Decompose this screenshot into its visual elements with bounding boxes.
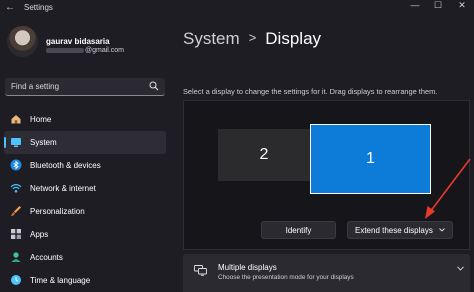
display-mode-select[interactable]: Extend these displays xyxy=(347,221,453,239)
multiple-displays-icon xyxy=(194,265,207,276)
identify-button[interactable]: Identify xyxy=(261,221,336,239)
apps-icon xyxy=(11,229,21,239)
search-input[interactable]: Find a setting xyxy=(5,78,165,96)
active-indicator xyxy=(4,137,6,148)
sidebar-item-system[interactable]: System xyxy=(4,131,166,154)
bluetooth-icon xyxy=(10,159,22,171)
monitor-2-tile[interactable]: 2 xyxy=(218,129,310,181)
monitor-1-tile[interactable]: 1 xyxy=(310,124,431,194)
back-arrow-icon[interactable]: ← xyxy=(5,2,15,13)
chevron-down-icon[interactable] xyxy=(457,266,464,271)
sidebar-item-label: Time & language xyxy=(30,276,91,285)
arrangement-hint: Select a display to change the settings … xyxy=(183,87,438,96)
window-title: Settings xyxy=(24,3,53,12)
search-icon xyxy=(149,81,159,91)
redacted-email xyxy=(46,47,84,53)
breadcrumb: System > Display xyxy=(183,29,321,49)
title-bar: ← Settings — ☐ ✕ xyxy=(0,0,474,16)
user-name: gaurav bidasaria xyxy=(46,37,110,46)
globe-clock-icon xyxy=(11,275,21,285)
multiple-displays-section[interactable]: Multiple displays Choose the presentatio… xyxy=(183,254,470,292)
sidebar-item-accounts[interactable]: Accounts xyxy=(4,246,166,269)
maximize-button[interactable]: ☐ xyxy=(427,0,449,11)
account-icon xyxy=(11,252,21,262)
sidebar-item-label: Apps xyxy=(30,230,49,239)
chevron-down-icon xyxy=(439,228,445,232)
sidebar-item-apps[interactable]: Apps xyxy=(4,223,166,246)
monitor-number: 2 xyxy=(259,146,269,163)
display-arrangement-panel: 2 1 Identify Extend these displays xyxy=(183,100,470,250)
sidebar-item-bluetooth-devices[interactable]: Bluetooth & devices xyxy=(4,154,166,177)
monitor-number: 1 xyxy=(366,150,375,167)
close-button[interactable]: ✕ xyxy=(451,0,473,11)
breadcrumb-separator: > xyxy=(248,30,257,45)
avatar[interactable] xyxy=(7,26,38,57)
sidebar-item-network-internet[interactable]: Network & internet xyxy=(4,177,166,200)
sidebar-nav: Home System Bluetooth & devices Network … xyxy=(0,108,170,292)
breadcrumb-parent[interactable]: System xyxy=(183,29,240,48)
sidebar-item-label: Bluetooth & devices xyxy=(30,161,101,170)
home-icon xyxy=(11,115,21,124)
sidebar-item-personalization[interactable]: Personalization xyxy=(4,200,166,223)
wifi-icon xyxy=(10,184,22,193)
page-title: Display xyxy=(265,29,322,48)
section-subtitle: Choose the presentation mode for your di… xyxy=(218,274,354,281)
sidebar-item-time-language[interactable]: Time & language xyxy=(4,269,166,292)
paintbrush-icon xyxy=(11,206,21,216)
sidebar-item-label: System xyxy=(30,138,57,147)
system-monitor-icon xyxy=(11,138,21,147)
minimize-button[interactable]: — xyxy=(404,0,426,10)
user-email: @gmail.com xyxy=(46,47,124,54)
sidebar-item-label: Accounts xyxy=(30,253,63,262)
sidebar-item-label: Network & internet xyxy=(30,184,96,193)
search-placeholder: Find a setting xyxy=(11,82,60,91)
sidebar-item-label: Home xyxy=(30,115,52,124)
sidebar-item-label: Personalization xyxy=(30,207,85,216)
sidebar-item-home[interactable]: Home xyxy=(4,108,166,131)
section-title: Multiple displays xyxy=(218,263,277,272)
